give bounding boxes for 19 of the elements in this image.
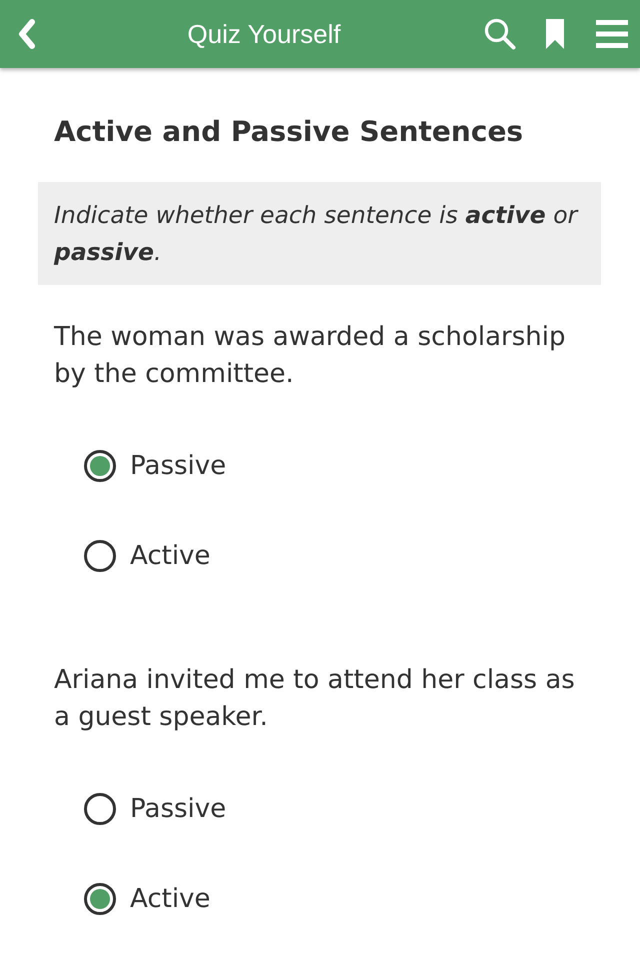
- radio-button[interactable]: [84, 540, 116, 572]
- question-text: The woman was awarded a scholarship by the committee.: [54, 321, 566, 391]
- radio-button[interactable]: [84, 883, 116, 915]
- radio-button[interactable]: [84, 450, 116, 482]
- radio-button[interactable]: [84, 793, 116, 825]
- page-heading: Active and Passive Sentences: [54, 114, 524, 150]
- menu-button[interactable]: [596, 20, 628, 48]
- option-label[interactable]: Active: [130, 884, 210, 914]
- menu-icon: [596, 20, 628, 48]
- instruction-text: Indicate whether each sentence is active or passive.: [38, 182, 601, 285]
- option-label[interactable]: Passive: [130, 451, 226, 481]
- bookmark-icon: [546, 19, 564, 49]
- question-text: Ariana invited me to attend her class as a guest speaker.: [54, 664, 576, 734]
- screen-title: Quiz Yourself: [186, 18, 342, 50]
- option-label[interactable]: Passive: [130, 794, 226, 824]
- option-label[interactable]: Active: [130, 541, 210, 571]
- search-button[interactable]: [484, 18, 516, 50]
- bookmark-button[interactable]: [546, 19, 564, 49]
- search-icon: [484, 18, 516, 50]
